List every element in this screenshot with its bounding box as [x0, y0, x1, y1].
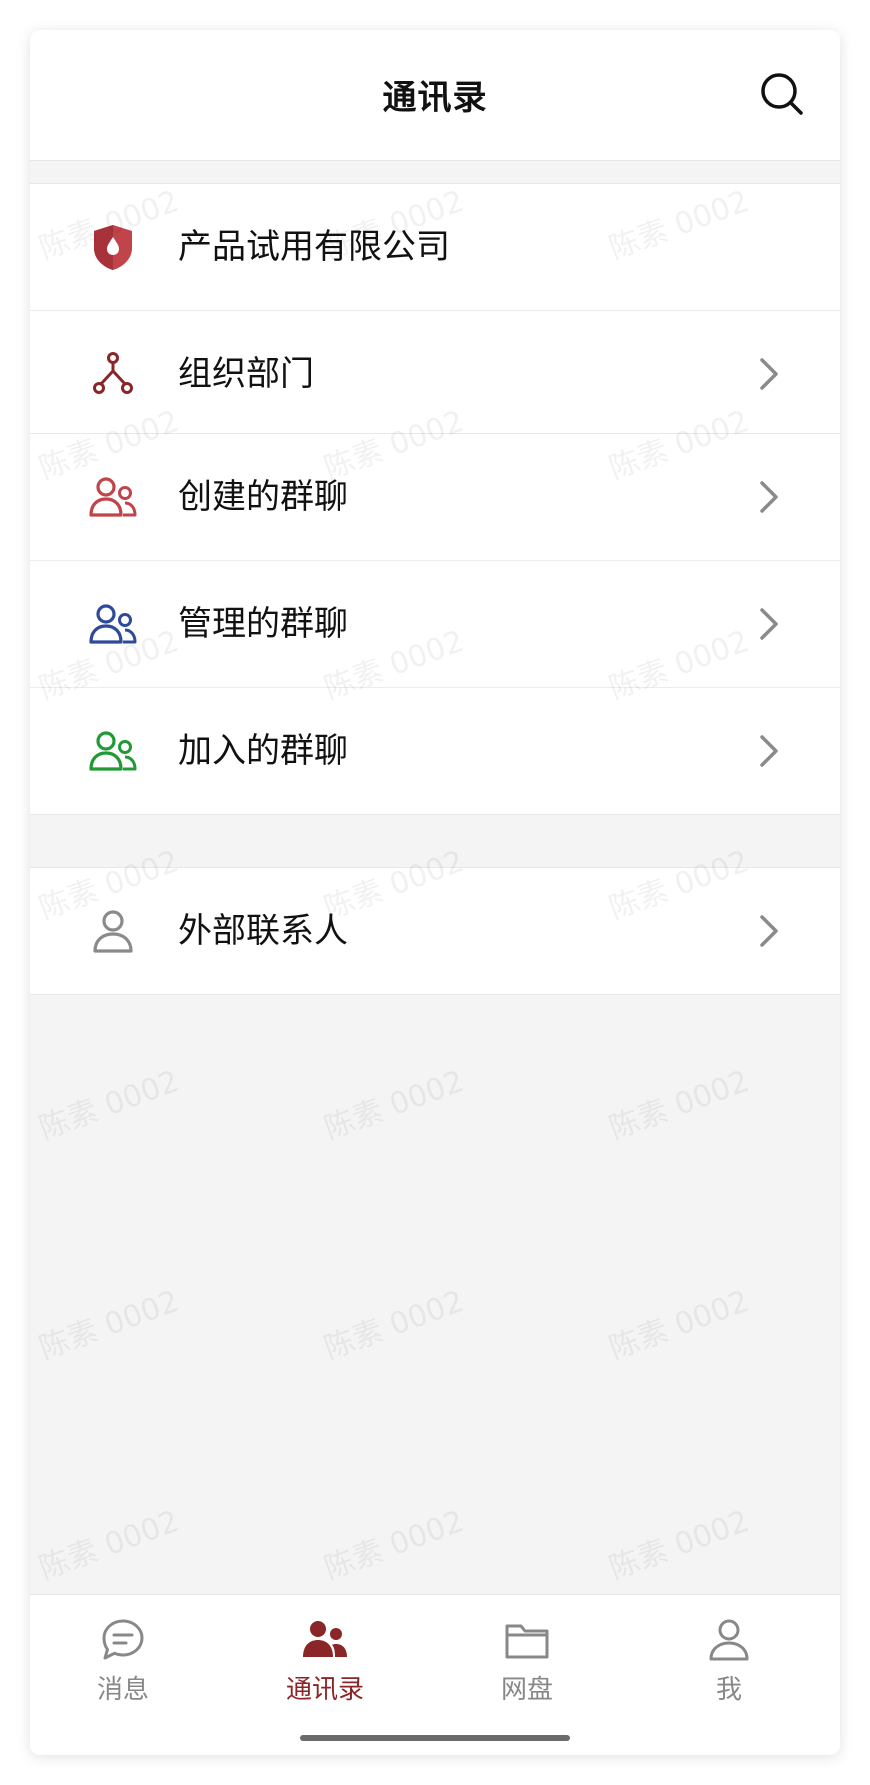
external-group: 外部联系人 — [30, 867, 840, 995]
managed-groups-row[interactable]: 管理的群聊 — [30, 561, 840, 688]
chevron-right-icon — [760, 481, 778, 513]
tab-messages-label: 消息 — [96, 1675, 149, 1705]
tab-me-label: 我 — [715, 1675, 742, 1705]
org-group: 产品试用有限公司 组织部门 — [30, 183, 840, 438]
watermark-text: 陈素 0002 — [34, 1503, 184, 1587]
app-canvas: 通讯录 产品试用有限公司 组织部门 创建的群聊 管理的群聊 加入的群聊 外部联系… — [0, 0, 870, 1785]
watermark-text: 陈素 0002 — [604, 1283, 754, 1367]
tab-contacts-label: 通讯录 — [285, 1675, 364, 1705]
watermark-text: 陈素 0002 — [604, 1063, 754, 1147]
created-groups-row[interactable]: 创建的群聊 — [30, 434, 840, 561]
tab-drive[interactable]: 网盘 — [467, 1617, 587, 1707]
tab-me[interactable]: 我 — [669, 1617, 789, 1707]
watermark-text: 陈素 0002 — [34, 1063, 184, 1147]
company-shield-icon — [94, 225, 132, 270]
external-contacts-row[interactable]: 外部联系人 — [30, 868, 840, 994]
external-contacts-label: 外部联系人 — [178, 911, 348, 951]
chevron-right-icon — [760, 735, 778, 767]
group-green-icon — [89, 731, 137, 771]
profile-icon — [709, 1619, 749, 1661]
person-icon — [93, 910, 133, 953]
joined-groups-row[interactable]: 加入的群聊 — [30, 688, 840, 814]
chevron-right-icon — [760, 915, 778, 947]
org-tree-icon — [93, 352, 133, 394]
chevron-right-icon — [760, 358, 778, 390]
page-title: 通讯录 — [382, 78, 488, 118]
home-indicator — [300, 1735, 570, 1741]
watermark-text: 陈素 0002 — [319, 1063, 469, 1147]
contacts-icon — [303, 1621, 347, 1657]
tab-drive-label: 网盘 — [500, 1675, 553, 1705]
watermark-text: 陈素 0002 — [319, 1503, 469, 1587]
tab-messages[interactable]: 消息 — [63, 1617, 183, 1707]
group-blue-icon — [89, 604, 137, 644]
company-label: 产品试用有限公司 — [178, 227, 450, 267]
managed-groups-label: 管理的群聊 — [178, 604, 348, 644]
top-bar: 通讯录 — [30, 30, 840, 161]
org-department-label: 组织部门 — [178, 354, 314, 394]
chevron-right-icon — [760, 608, 778, 640]
phone-frame: 通讯录 产品试用有限公司 组织部门 创建的群聊 管理的群聊 加入的群聊 外部联系… — [30, 30, 840, 1755]
watermark-text: 陈素 0002 — [319, 1283, 469, 1367]
group-red-icon — [89, 477, 137, 517]
company-row[interactable]: 产品试用有限公司 — [30, 184, 840, 311]
created-groups-label: 创建的群聊 — [178, 477, 348, 517]
groupchat-group: 创建的群聊 管理的群聊 加入的群聊 — [30, 433, 840, 815]
watermark-text: 陈素 0002 — [604, 1503, 754, 1587]
watermark-text: 陈素 0002 — [34, 1283, 184, 1367]
org-department-row[interactable]: 组织部门 — [30, 311, 840, 437]
folder-icon — [505, 1624, 549, 1659]
search-icon[interactable] — [758, 70, 806, 118]
message-icon — [102, 1619, 144, 1660]
joined-groups-label: 加入的群聊 — [178, 731, 348, 771]
bottom-tab-bar: 消息 通讯录 网盘 我 — [30, 1594, 840, 1755]
tab-contacts[interactable]: 通讯录 — [265, 1617, 385, 1707]
